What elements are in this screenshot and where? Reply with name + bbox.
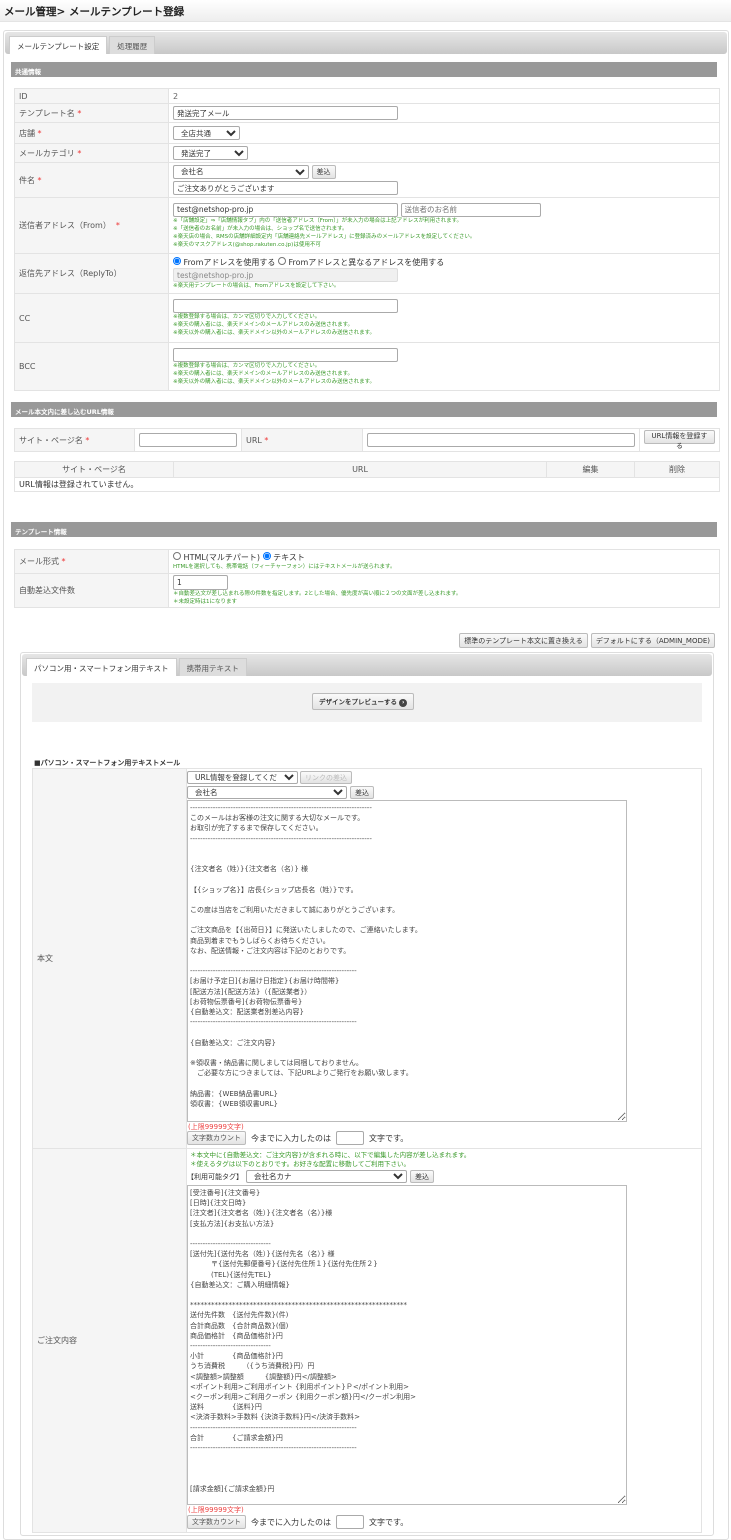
subject-input[interactable] — [173, 181, 398, 196]
count-suffix: 文字です。 — [369, 1133, 409, 1143]
cc-input[interactable] — [173, 299, 398, 313]
template-name-input[interactable] — [173, 106, 398, 120]
id-label: ID — [14, 88, 169, 104]
main-tabs: メールテンプレート設定 処理履歴 — [5, 32, 727, 54]
register-url-button[interactable]: URL情報を登録する — [644, 430, 715, 450]
shop-label: 店舗 — [19, 128, 35, 138]
col-site: サイト・ページ名 — [14, 461, 174, 478]
from-note: ※「店舗設定」⇒「店舗情報タブ」内の「送信者アドレス（From）」が未入力の場合… — [173, 217, 463, 224]
order-count-button[interactable]: 文字数カウント — [187, 1515, 246, 1529]
body-textarea[interactable]: ----------------------------------------… — [187, 800, 627, 1122]
body-count-output — [336, 1131, 364, 1145]
tab-history[interactable]: 処理履歴 — [109, 36, 156, 54]
url-label: URL — [246, 435, 262, 445]
auto-count-input[interactable] — [173, 575, 228, 590]
tab-pc-text[interactable]: パソコン用・スマートフォン用テキスト — [26, 658, 177, 676]
url-input[interactable] — [367, 433, 635, 447]
site-name-input[interactable] — [139, 433, 237, 447]
format-html-radio[interactable]: HTML(マルチパート) — [173, 552, 260, 562]
auto-note: ＊未設定時は1になります — [173, 599, 238, 605]
preview-area: デザインをプレビューする › — [32, 683, 702, 722]
bcc-note: ※楽天の購入者には、楽天ドメインのメールアドレスのみ送信されます。 — [173, 370, 354, 377]
category-label: メールカテゴリ — [19, 148, 75, 158]
text-tabs: パソコン用・スマートフォン用テキスト 携帯用テキスト — [22, 654, 712, 676]
category-select[interactable]: 発送完了 — [173, 146, 248, 160]
count-suffix: 文字です。 — [369, 1517, 409, 1527]
replace-standard-button[interactable]: 標準のテンプレート本文に置き換える — [459, 633, 588, 648]
reply-label: 返信先アドレス（ReplyTo） — [14, 253, 169, 294]
template-table: メール形式 * HTML(マルチパート) テキスト HTMLを選択しても、携帯電… — [14, 549, 720, 608]
count-prefix: 今までに入力したのは — [251, 1133, 331, 1143]
order-tag-select[interactable]: 会社名カナ — [246, 1170, 407, 1183]
subject-tag-select[interactable]: 会社名 — [173, 164, 309, 179]
body-tag-select[interactable]: 会社名 — [187, 786, 347, 799]
bcc-input[interactable] — [173, 347, 398, 362]
cc-label: CC — [14, 293, 169, 343]
tab-template-settings[interactable]: メールテンプレート設定 — [9, 36, 108, 54]
col-url: URL — [173, 461, 547, 478]
bcc-note: ※複数登録する場合は、カンマ区切りで入力してください。 — [173, 362, 321, 369]
order-note: ＊使えるタグは以下のとおりです。お好きな配置に移動してご利用下さい。 — [190, 1160, 410, 1168]
cc-note: ※楽天の購入者には、楽天ドメインのメールアドレスのみ送信されます。 — [173, 322, 354, 328]
order-textarea[interactable]: [受注番号]{注文番号} [日時]{注文日時} [注文者]{注文者名（姓）}{注… — [187, 1185, 627, 1505]
shop-select[interactable]: 全店共通 — [173, 126, 240, 140]
url-select[interactable]: URL情報を登録してください — [187, 771, 298, 784]
cc-note: ※楽天以外の購入者には、楽天ドメイン以外のメールアドレスのみ送信されます。 — [173, 330, 376, 336]
common-table: ID2 テンプレート名 * 店舗 *全店共通 メールカテゴリ *発送完了 件名 … — [14, 88, 720, 391]
bcc-note: ※楽天以外の購入者には、楽天ドメイン以外のメールアドレスのみ送信されます。 — [173, 378, 376, 385]
section-common: 共通情報 — [11, 62, 717, 77]
reply-input[interactable] — [173, 268, 398, 282]
order-label: ご注文内容 — [32, 1148, 187, 1533]
reply-option-other[interactable]: Fromアドレスと異なるアドレスを使用する — [277, 257, 444, 267]
site-label: サイト・ページ名 — [19, 435, 83, 445]
count-prefix: 今までに入力したのは — [251, 1517, 331, 1527]
from-note: ※楽天店の場合、RMSの店舗詳細設定内「店舗連絡先メールアドレス」に登録済みのメ… — [173, 233, 476, 240]
from-name-input[interactable] — [400, 202, 541, 217]
url-empty-message: URL情報は登録されていません。 — [14, 477, 720, 492]
from-note: ※楽天のマスクアドレス(@shop.rakuten.co.jp)は使用不可 — [173, 241, 321, 248]
page-title: メール管理> メールテンプレート登録 — [0, 0, 731, 22]
from-label: 送信者アドレス（From） — [19, 221, 111, 230]
body-count-button[interactable]: 文字数カウント — [187, 1131, 246, 1145]
reply-option-from[interactable]: Fromアドレスを使用する — [173, 257, 275, 267]
preview-button[interactable]: デザインをプレビューする › — [312, 693, 415, 710]
tab-mobile-text[interactable]: 携帯用テキスト — [178, 658, 247, 676]
arrow-right-icon: › — [399, 699, 408, 707]
reply-note: ※楽天用テンプレートの場合は、Fromアドレスを設定して下さい。 — [173, 283, 340, 289]
set-default-button[interactable]: デフォルトにする（ADMIN_MODE) — [590, 633, 715, 648]
url-list: サイト・ページ名 URL 編集 削除 URL情報は登録されていません。 — [14, 461, 720, 492]
link-insert-button[interactable]: リンクの差込 — [300, 771, 352, 784]
order-insert-button[interactable]: 差込 — [410, 1170, 434, 1183]
order-count-output — [336, 1515, 364, 1529]
order-note: ＊本文中に{自動差込文：ご注文内容}が含まれる時に、以下で編集した内容が差し込ま… — [190, 1151, 471, 1159]
section-template: テンプレート情報 — [11, 522, 717, 537]
from-input[interactable] — [173, 202, 398, 217]
format-label: メール形式 — [19, 557, 59, 566]
subject-insert-button[interactable]: 差込 — [311, 165, 336, 180]
auto-note: ＊自動差込文が差し込まれる際の件数を指定します。2とした場合、優先度が高い順に２… — [173, 591, 462, 597]
body-insert-button[interactable]: 差込 — [350, 786, 374, 799]
subject-label: 件名 — [19, 175, 35, 185]
body-label: 本文 — [32, 768, 187, 1149]
from-note: ※「送信者のお名前」が未入力の場合は、ショップ名で送信されます。 — [173, 225, 348, 232]
format-text-radio[interactable]: テキスト — [262, 552, 305, 562]
mail-heading: ■パソコン・スマートフォン用テキストメール — [34, 759, 181, 767]
order-limit: (上限99999文字) — [188, 1506, 244, 1514]
id-value: 2 — [168, 88, 720, 104]
url-form: サイト・ページ名 * URL * URL情報を登録する — [14, 428, 720, 452]
col-delete: 削除 — [634, 461, 720, 478]
name-label: テンプレート名 — [19, 108, 75, 118]
tag-label: 【利用可能タグ】 — [187, 1172, 243, 1181]
cc-note: ※複数登録する場合は、カンマ区切りで入力してください。 — [173, 314, 321, 320]
col-edit: 編集 — [546, 461, 635, 478]
section-url: メール本文内に差し込むURL情報 — [11, 402, 717, 417]
format-note: HTMLを選択しても、携帯電話（フィーチャーフォン）にはテキストメールが送られま… — [173, 564, 396, 570]
bcc-label: BCC — [14, 342, 169, 391]
auto-label: 自動差込文件数 — [14, 573, 169, 608]
